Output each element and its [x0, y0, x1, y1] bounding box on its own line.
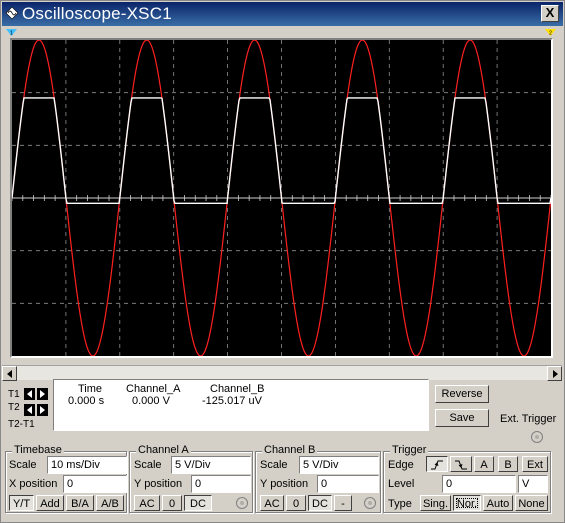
trigger-type-label: Type	[388, 498, 412, 510]
channel-a-ac-button[interactable]: AC	[134, 495, 160, 511]
t1-label: T1	[8, 389, 20, 400]
t1-channel-b-value: -125.017 uV	[202, 395, 262, 407]
t2-label: T2	[8, 402, 20, 413]
t1-channel-a-value: 0.000 V	[132, 395, 170, 407]
channel-b-ypos-label: Y position	[260, 478, 309, 490]
channel-b-ac-button[interactable]: AC	[260, 495, 284, 511]
timebase-group: Timebase Scale 10 ms/Div X position 0 Y/…	[5, 444, 127, 513]
save-button[interactable]: Save	[435, 409, 489, 427]
channel-b-minus-button[interactable]: -	[334, 495, 352, 511]
trigger-group: Trigger Edge A B Ext Level 0 V Type Sing…	[383, 444, 551, 513]
svg-text:2: 2	[549, 31, 552, 37]
channel-b-dc-button[interactable]: DC	[308, 495, 332, 511]
svg-text:1: 1	[10, 31, 13, 37]
rising-edge-icon	[431, 460, 443, 470]
trigger-source-b-button[interactable]: B	[498, 456, 518, 472]
timebase-scale-field[interactable]: 10 ms/Div	[47, 456, 127, 474]
oscilloscope-screen[interactable]	[10, 38, 553, 358]
channel-b-ypos-field[interactable]: 0	[317, 475, 379, 493]
channel-b-title: Channel B	[262, 444, 318, 456]
t1-cursor-marker-icon[interactable]: 1	[6, 29, 17, 36]
timebase-scale-label: Scale	[9, 459, 37, 471]
x-position-field[interactable]: 0	[63, 475, 127, 493]
trigger-level-field[interactable]: 0	[442, 475, 516, 493]
channel-a-zero-button[interactable]: 0	[162, 495, 182, 511]
oscilloscope-app-icon	[5, 6, 19, 20]
trigger-auto-button[interactable]: Auto	[483, 495, 513, 511]
trigger-level-label: Level	[388, 478, 415, 490]
channel-a-terminal-icon[interactable]	[236, 497, 248, 509]
measurement-readout: Time Channel_A Channel_B 0.000 s 0.000 V…	[53, 379, 429, 431]
t1-move-arrows-icon[interactable]	[24, 388, 48, 400]
channel-b-terminal-icon[interactable]	[364, 497, 376, 509]
channel-b-scale-label: Scale	[260, 459, 288, 471]
rising-edge-button[interactable]	[426, 456, 448, 472]
trigger-normal-button[interactable]: Nor.	[453, 495, 481, 511]
channel-a-group: Channel A Scale 5 V/Div Y position 0 AC …	[129, 444, 253, 513]
channel-a-ypos-field[interactable]: 0	[191, 475, 251, 493]
falling-edge-button[interactable]	[450, 456, 472, 472]
channel-a-dc-button[interactable]: DC	[184, 495, 212, 511]
left-arrow-icon	[7, 370, 12, 378]
mode-ba-button[interactable]: B/A	[66, 495, 94, 511]
t2-move-arrows-icon[interactable]	[24, 404, 48, 416]
mode-add-button[interactable]: Add	[36, 495, 64, 511]
channel-a-scale-field[interactable]: 5 V/Div	[171, 456, 251, 474]
mode-yt-button[interactable]: Y/T	[9, 495, 34, 511]
channel-a-title: Channel A	[136, 444, 191, 456]
ext-trigger-terminal-icon[interactable]	[531, 431, 543, 443]
trigger-level-unit[interactable]: V	[518, 475, 548, 493]
trigger-single-button[interactable]: Sing.	[420, 495, 451, 511]
timebase-title: Timebase	[12, 444, 64, 456]
channel-a-scale-label: Scale	[134, 459, 162, 471]
reverse-button[interactable]: Reverse	[435, 385, 489, 403]
mode-ab-button[interactable]: A/B	[96, 495, 124, 511]
waveform-display	[12, 40, 551, 356]
oscilloscope-window: Oscilloscope-XSC1 X 1 2 T1 T2 T2-T1 Time…	[0, 0, 565, 523]
trigger-none-button[interactable]: None	[515, 495, 548, 511]
right-arrow-icon	[553, 370, 558, 378]
t2-cursor-marker-icon[interactable]: 2	[545, 29, 556, 36]
time-header: Time	[78, 383, 103, 395]
channel-b-group: Channel B Scale 5 V/Div Y position 0 AC …	[255, 444, 381, 513]
channel-b-zero-button[interactable]: 0	[286, 495, 306, 511]
trigger-source-ext-button[interactable]: Ext	[522, 456, 548, 472]
horizontal-scrollbar[interactable]	[2, 365, 562, 381]
x-position-label: X position	[9, 478, 58, 490]
window-title: Oscilloscope-XSC1	[22, 4, 172, 23]
falling-edge-icon	[455, 460, 467, 470]
ext-trigger-label: Ext. Trigger	[500, 413, 557, 425]
trigger-edge-label: Edge	[388, 459, 414, 471]
close-button[interactable]: X	[541, 5, 559, 22]
cursor-controls: T1 T2 T2-T1	[4, 381, 50, 433]
channel-b-scale-field[interactable]: 5 V/Div	[299, 456, 379, 474]
channel-a-header: Channel_A	[126, 383, 181, 395]
channel-a-ypos-label: Y position	[134, 478, 183, 490]
t1-time-value: 0.000 s	[68, 395, 105, 407]
trigger-source-a-button[interactable]: A	[474, 456, 494, 472]
t2-t1-label: T2-T1	[8, 419, 35, 430]
title-bar[interactable]: Oscilloscope-XSC1 X	[2, 2, 563, 26]
scroll-left-button[interactable]	[2, 366, 17, 381]
scroll-right-button[interactable]	[547, 366, 562, 381]
channel-b-header: Channel_B	[210, 383, 265, 395]
trigger-title: Trigger	[390, 444, 429, 456]
